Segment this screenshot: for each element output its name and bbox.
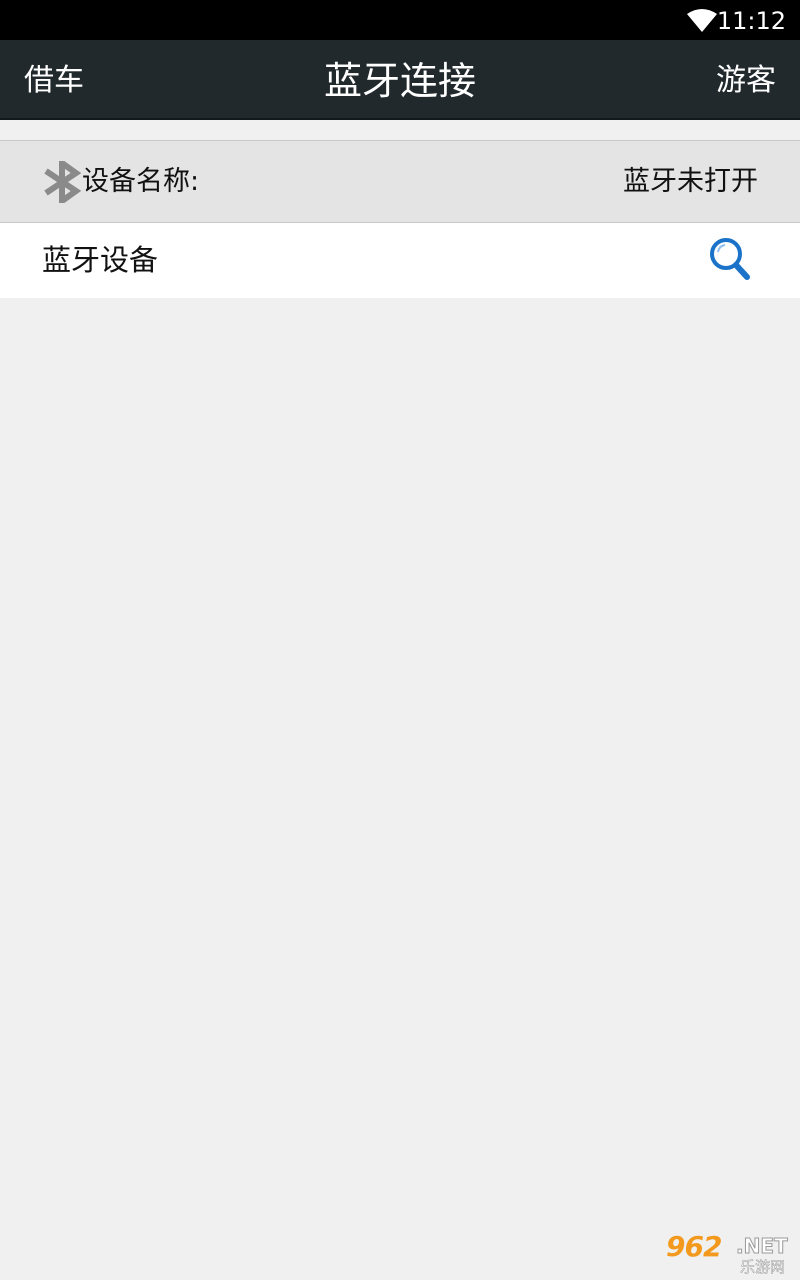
action-bar: 借车 蓝牙连接 游客: [0, 40, 800, 120]
watermark-brand-suffix: .NET: [736, 1234, 789, 1259]
search-icon[interactable]: [708, 236, 752, 282]
bluetooth-icon: [44, 161, 82, 203]
watermark-logo: 962 .NET 乐游网: [660, 1230, 796, 1276]
wifi-icon: [687, 9, 717, 32]
status-time: 11:12: [716, 7, 786, 35]
bluetooth-status: 蓝牙未打开: [623, 166, 758, 197]
watermark-subtitle: 乐游网: [740, 1258, 786, 1277]
guest-button[interactable]: 游客: [716, 62, 776, 100]
device-name-label: 设备名称:: [82, 166, 200, 197]
bluetooth-device-row[interactable]: 蓝牙设备: [0, 223, 800, 298]
status-bar: 11:12: [0, 0, 800, 40]
page-title: 蓝牙连接: [323, 59, 476, 103]
bluetooth-device-label: 蓝牙设备: [42, 243, 159, 277]
watermark-brand: 962: [666, 1230, 722, 1263]
device-name-bar: 设备名称: 蓝牙未打开: [0, 140, 800, 223]
